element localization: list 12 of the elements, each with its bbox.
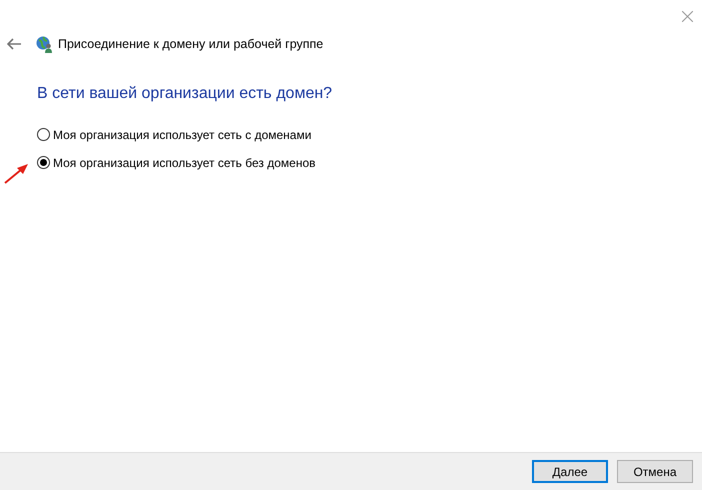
question-heading: В сети вашей организации есть домен?: [37, 85, 334, 103]
back-arrow-icon[interactable]: [7, 38, 21, 50]
window-title: Присоединение к домену или рабочей группе: [58, 37, 324, 51]
radio-button[interactable]: [37, 128, 50, 141]
radio-button[interactable]: [37, 156, 50, 169]
option-label: Моя организация использует сеть без доменов: [53, 156, 316, 170]
next-button[interactable]: Далее: [532, 460, 608, 483]
close-icon[interactable]: [682, 10, 693, 22]
cancel-button[interactable]: Отмена: [617, 460, 693, 483]
network-globe-icon: [36, 36, 53, 52]
option-label: Моя организация использует сеть с доменами: [53, 128, 312, 142]
pointer-arrow-drawing: [4, 164, 28, 184]
